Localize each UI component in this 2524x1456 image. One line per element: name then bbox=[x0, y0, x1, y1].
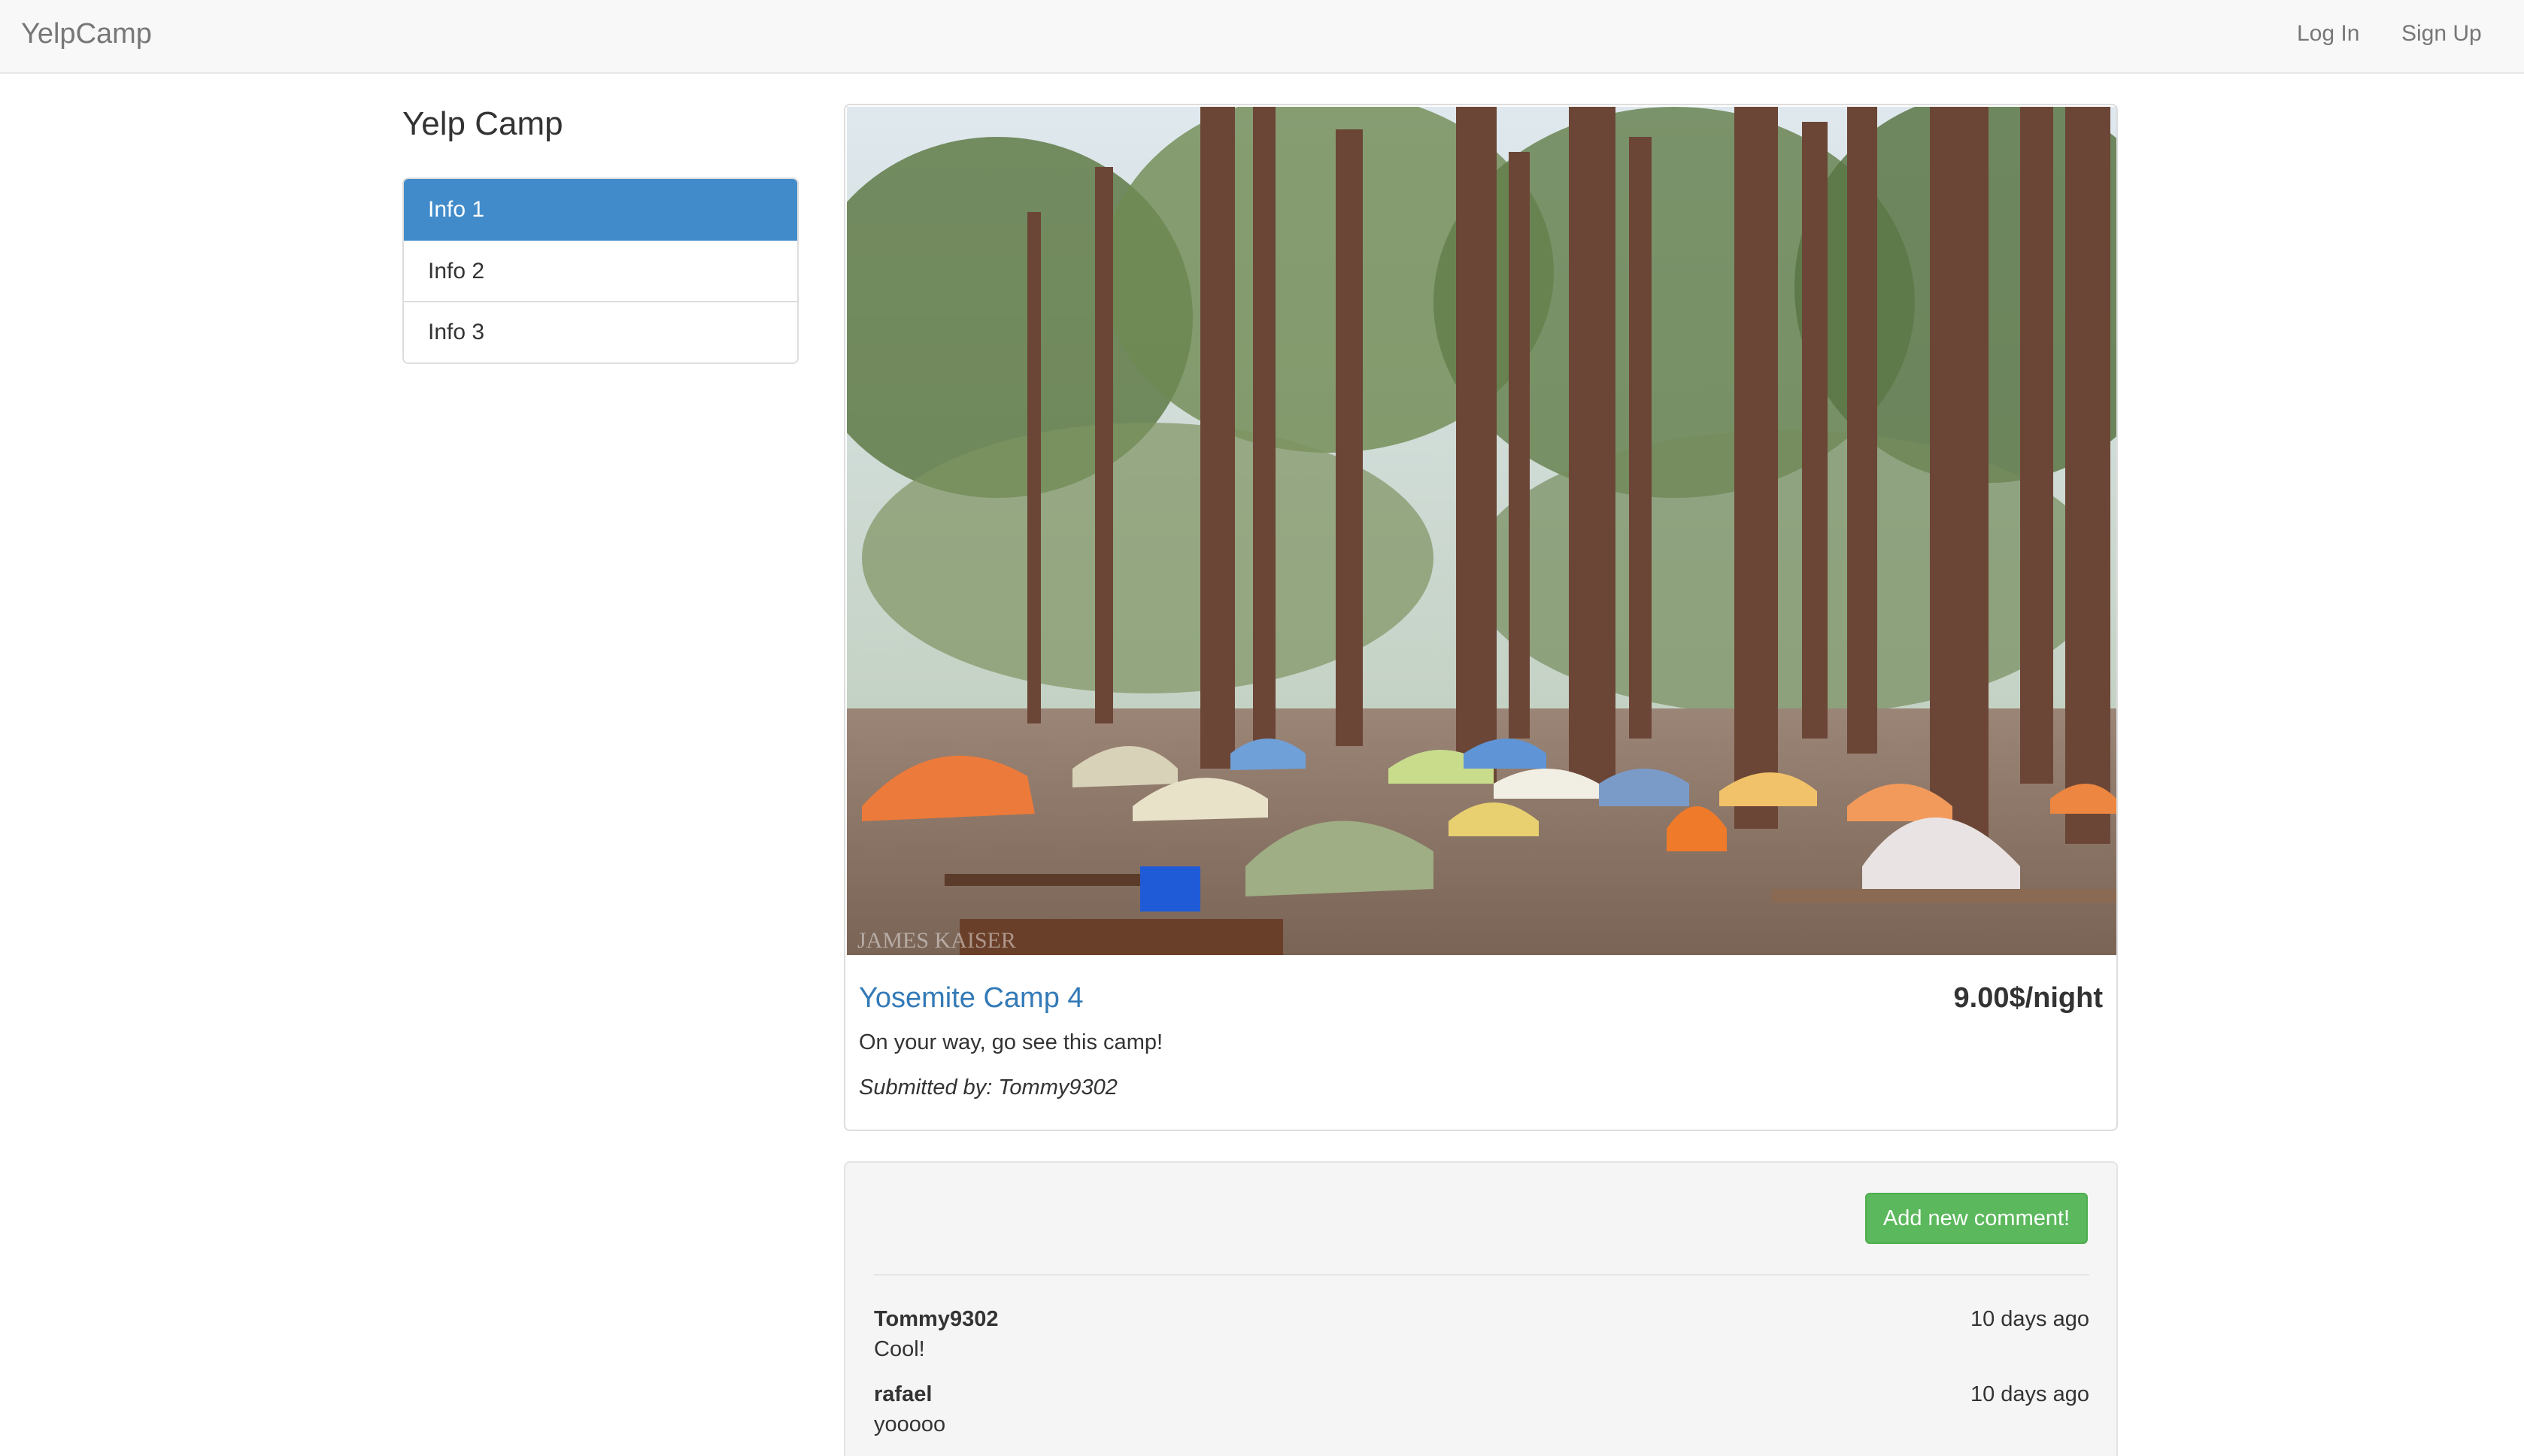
comment-text: yooooo bbox=[874, 1412, 946, 1436]
login-link[interactable]: Log In bbox=[2297, 21, 2359, 47]
comment-time: 10 days ago bbox=[1970, 1307, 2089, 1331]
campground-image: JAMES KAISER bbox=[847, 107, 2116, 955]
comment-text: Cool! bbox=[874, 1337, 925, 1361]
campground-price: 9.00$/night bbox=[1953, 982, 2104, 1014]
comments-divider bbox=[874, 1274, 2089, 1276]
image-watermark: JAMES KAISER bbox=[857, 928, 1016, 953]
info-item-3[interactable]: Info 3 bbox=[404, 302, 797, 362]
comment-item: rafael 10 days ago yooooo bbox=[874, 1382, 2089, 1450]
top-navbar: YelpCamp Log In Sign Up bbox=[0, 0, 2524, 74]
brand-link[interactable]: YelpCamp bbox=[21, 18, 152, 50]
comment-author: rafael bbox=[874, 1382, 933, 1406]
info-item-1[interactable]: Info 1 bbox=[404, 179, 797, 241]
comments-panel: Add new comment! Tommy9302 10 days ago C… bbox=[844, 1161, 2118, 1456]
comment-author: Tommy9302 bbox=[874, 1307, 999, 1331]
campground-description: On your way, go see this camp! bbox=[859, 1030, 1163, 1054]
campground-submitted-by: Submitted by: Tommy9302 bbox=[859, 1075, 1118, 1100]
campground-card: JAMES KAISER 9.00$/night Yosemite Camp 4… bbox=[844, 104, 2118, 1131]
sidebar-heading: Yelp Camp bbox=[402, 105, 563, 142]
comment-time: 10 days ago bbox=[1970, 1382, 2089, 1406]
info-item-2[interactable]: Info 2 bbox=[404, 241, 797, 302]
comment-item: Tommy9302 10 days ago Cool! bbox=[874, 1307, 2089, 1375]
add-comment-button[interactable]: Add new comment! bbox=[1865, 1193, 2088, 1244]
campground-title-link[interactable]: Yosemite Camp 4 bbox=[859, 982, 1084, 1015]
info-list: Info 1 Info 2 Info 3 bbox=[402, 177, 799, 364]
signup-link[interactable]: Sign Up bbox=[2401, 21, 2482, 47]
